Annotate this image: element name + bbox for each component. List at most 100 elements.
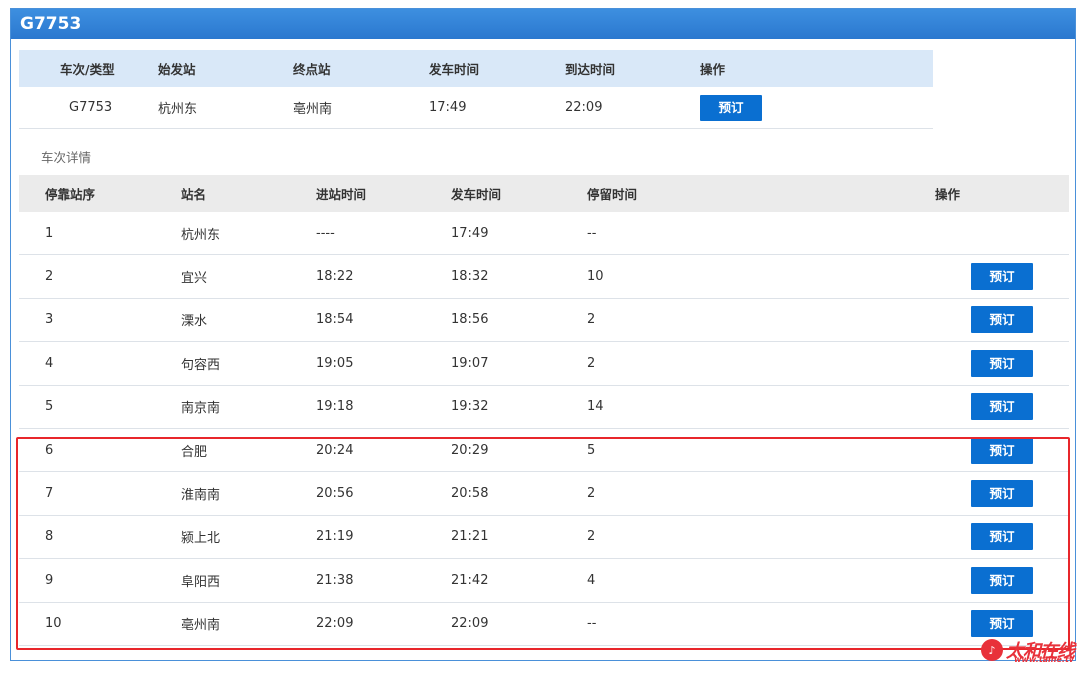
stop-station: 阜阳西 (181, 574, 221, 590)
stop-station: 杭州东 (181, 227, 221, 243)
stop-seq: 3 (45, 312, 54, 328)
stop-action-cell: 预订 (971, 342, 1033, 384)
stop-arrive-time: 21:38 (316, 572, 354, 588)
stop-action-cell: 预订 (971, 429, 1033, 471)
stop-station: 南京南 (181, 401, 221, 417)
stop-action-cell: 预订 (971, 386, 1033, 428)
stop-depart-time: 17:49 (451, 225, 489, 241)
stop-station: 颍上北 (181, 531, 221, 547)
summary-header: 车次/类型 始发站 终点站 发车时间 到达时间 操作 (19, 50, 933, 87)
stop-seq: 1 (45, 225, 54, 241)
stop-row: 3 溧水 18:54 18:56 2 预订 (19, 299, 1069, 343)
book-button[interactable]: 预订 (971, 263, 1033, 291)
stop-row: 7 淮南南 20:56 20:58 2 预订 (19, 472, 1069, 516)
stop-arrive-time: 18:54 (316, 312, 354, 328)
stop-depart-time: 20:58 (451, 486, 489, 502)
stop-depart-time: 18:32 (451, 269, 489, 285)
details-label: 车次详情 (41, 150, 92, 165)
watermark-logo-icon: ♪ (981, 639, 1003, 661)
stop-stay-time: 2 (587, 355, 596, 371)
depart-time: 17:49 (429, 100, 467, 115)
stop-depart-time: 22:09 (451, 616, 489, 632)
arrive-time: 22:09 (565, 100, 603, 115)
stop-arrive-time: ---- (316, 225, 335, 241)
stop-arrive-time: 21:19 (316, 529, 354, 545)
stop-row: 6 合肥 20:24 20:29 5 预订 (19, 429, 1069, 473)
panel-title: G7753 (11, 9, 1075, 39)
stop-seq: 2 (45, 269, 54, 285)
stop-arrive-time: 19:05 (316, 355, 354, 371)
stop-seq: 5 (45, 399, 54, 415)
stop-stay-time: 2 (587, 312, 596, 328)
stop-action-cell: 预订 (971, 299, 1033, 341)
stop-action-cell: 预订 (971, 516, 1033, 558)
stop-depart-time: 21:42 (451, 572, 489, 588)
col-origin: 始发站 (158, 62, 196, 77)
book-button[interactable]: 预订 (700, 94, 762, 121)
summary-row: G7753 杭州东 亳州南 17:49 22:09 预订 (19, 87, 933, 129)
stop-depart-time: 19:07 (451, 355, 489, 371)
book-button[interactable]: 预订 (971, 436, 1033, 464)
stop-row: 8 颍上北 21:19 21:21 2 预订 (19, 516, 1069, 560)
stop-row: 9 阜阳西 21:38 21:42 4 预订 (19, 559, 1069, 603)
stop-row: 2 宜兴 18:22 18:32 10 预订 (19, 255, 1069, 299)
stop-row: 5 南京南 19:18 19:32 14 预订 (19, 386, 1069, 429)
stop-depart-time: 19:32 (451, 399, 489, 415)
col-stop-action: 操作 (935, 187, 961, 202)
col-depart: 发车时间 (429, 62, 480, 77)
stop-seq: 8 (45, 529, 54, 545)
col-terminal: 终点站 (293, 62, 331, 77)
stop-station: 宜兴 (181, 271, 208, 287)
col-seq: 停靠站序 (45, 187, 96, 202)
stops-body: 1 杭州东 ---- 17:49 -- 2 宜兴 18:22 18:32 10 预订 3 溧水 18:54… (19, 212, 1069, 646)
stop-depart-time: 21:21 (451, 529, 489, 545)
col-stay: 停留时间 (587, 187, 638, 202)
stop-action-cell: 预订 (971, 472, 1033, 514)
stop-action-cell: 预订 (971, 559, 1033, 601)
stop-station: 溧水 (181, 314, 208, 330)
stop-stay-time: 2 (587, 486, 596, 502)
book-button[interactable]: 预订 (971, 349, 1033, 377)
book-button[interactable]: 预订 (971, 523, 1033, 551)
col-train-type: 车次/类型 (60, 62, 115, 77)
col-depart-time: 发车时间 (451, 187, 502, 202)
summary-table: 车次/类型 始发站 终点站 发车时间 到达时间 操作 G7753 杭州东 亳州南… (19, 50, 933, 129)
stop-arrive-time: 18:22 (316, 269, 354, 285)
stop-arrive-time: 20:24 (316, 442, 354, 458)
stops-table: 停靠站序 站名 进站时间 发车时间 停留时间 操作 1 杭州东 ---- 17:49-… (19, 175, 1069, 646)
stop-station: 淮南南 (181, 488, 221, 504)
watermark: ♪ 太和在线 www.taihe.tv (981, 637, 1075, 664)
stop-row: 1 杭州东 ---- 17:49 -- (19, 212, 1069, 256)
stop-arrive-time: 22:09 (316, 616, 354, 632)
stop-seq: 6 (45, 442, 54, 458)
book-button[interactable]: 预订 (971, 610, 1033, 638)
book-button[interactable]: 预订 (971, 566, 1033, 594)
stop-stay-time: 4 (587, 572, 596, 588)
stop-stay-time: -- (587, 225, 597, 241)
stop-seq: 4 (45, 355, 54, 371)
stop-row: 10 亳州南 22:09 22:09 -- 预订 (19, 603, 1069, 646)
stop-station: 合肥 (181, 444, 208, 460)
train-number: G7753 (69, 100, 113, 115)
stop-arrive-time: 19:18 (316, 399, 354, 415)
stop-stay-time: 5 (587, 442, 596, 458)
stop-row: 4 句容西 19:05 19:07 2 预订 (19, 342, 1069, 386)
stop-seq: 7 (45, 486, 54, 502)
watermark-url: www.taihe.tv (1014, 655, 1074, 664)
stops-header: 停靠站序 站名 进站时间 发车时间 停留时间 操作 (19, 175, 1069, 212)
stop-seq: 9 (45, 572, 54, 588)
col-action: 操作 (700, 62, 726, 77)
stop-stay-time: 10 (587, 269, 604, 285)
stop-depart-time: 18:56 (451, 312, 489, 328)
stop-seq: 10 (45, 616, 62, 632)
col-arrive-time: 进站时间 (316, 187, 367, 202)
stop-stay-time: -- (587, 616, 597, 632)
book-button[interactable]: 预订 (971, 306, 1033, 334)
stop-station: 亳州南 (181, 618, 221, 634)
col-station: 站名 (181, 187, 207, 202)
col-arrive: 到达时间 (565, 62, 616, 77)
stop-stay-time: 2 (587, 529, 596, 545)
terminal-station: 亳州南 (293, 102, 333, 117)
book-button[interactable]: 预订 (971, 393, 1033, 421)
book-button[interactable]: 预订 (971, 480, 1033, 508)
